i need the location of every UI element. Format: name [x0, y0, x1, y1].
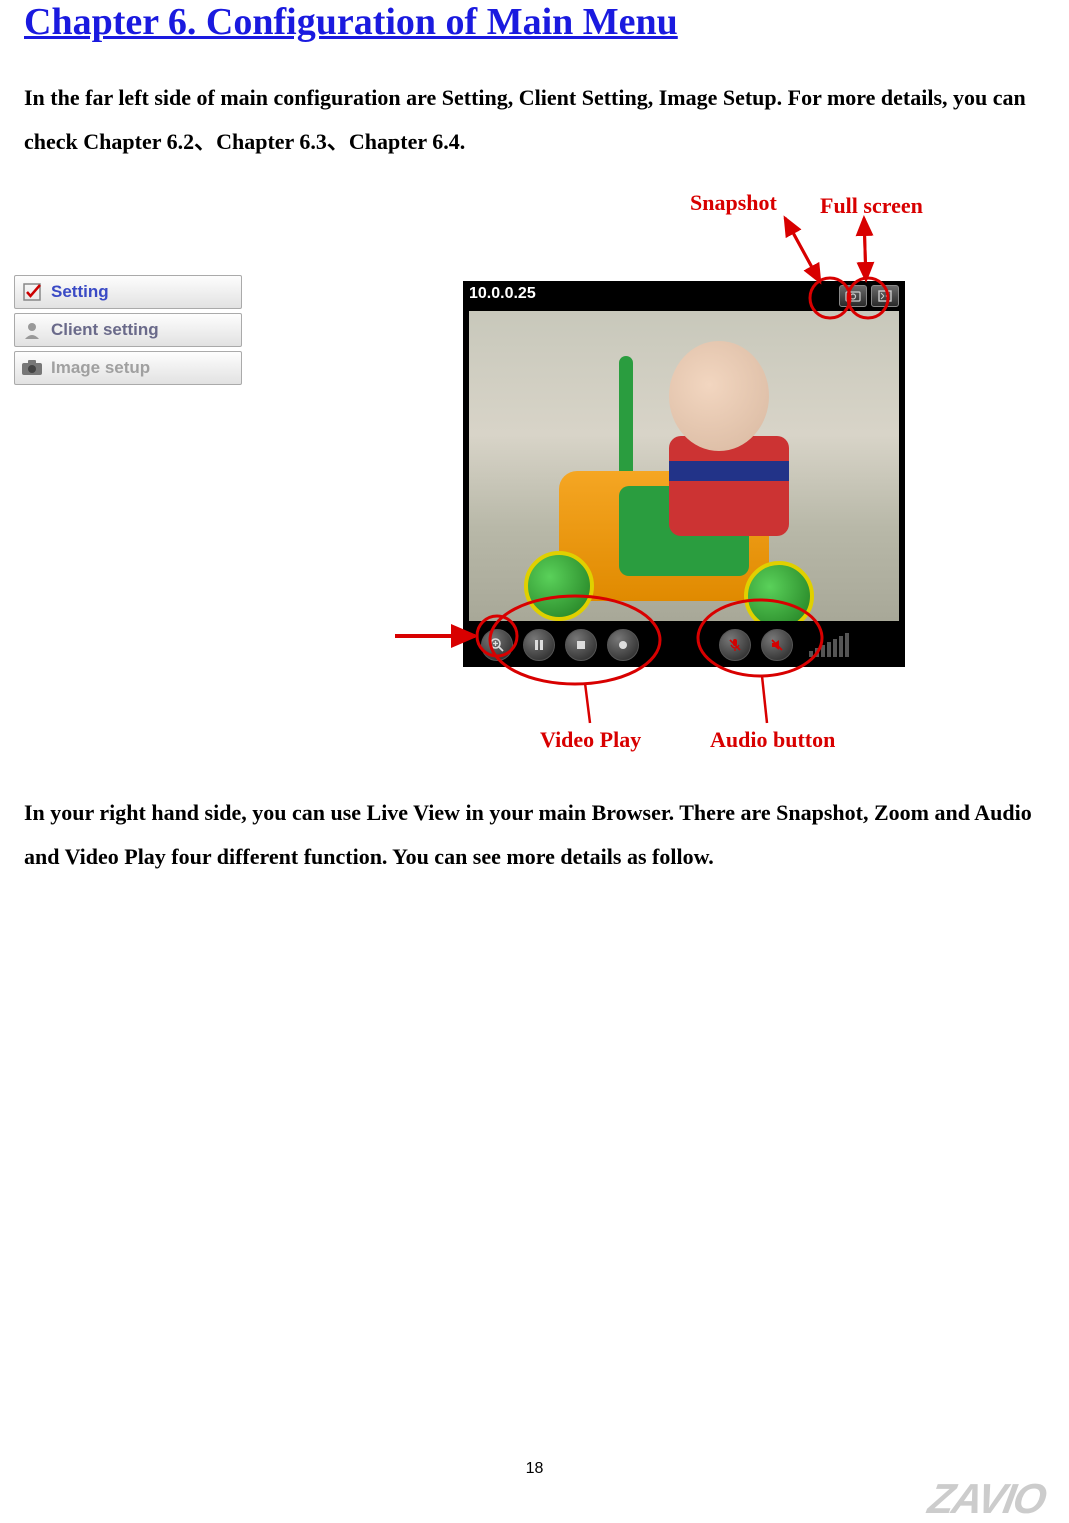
camera-icon: [21, 357, 43, 379]
intro-paragraph-2: In your right hand side, you can use Liv…: [24, 791, 1044, 879]
check-icon: [21, 281, 43, 303]
volume-indicator[interactable]: [809, 633, 849, 657]
record-button[interactable]: [607, 629, 639, 661]
config-sidebar: Setting Client setting Image setup: [14, 275, 242, 389]
live-view-panel: 10.0.0.25: [463, 281, 905, 667]
snapshot-button[interactable]: [839, 285, 867, 307]
image-setup-label: Image setup: [51, 358, 150, 378]
client-setting-button[interactable]: Client setting: [14, 313, 242, 347]
viewer-ip-address: 10.0.0.25: [469, 285, 536, 303]
live-view-image: [469, 311, 899, 621]
client-setting-label: Client setting: [51, 320, 159, 340]
pause-button[interactable]: [523, 629, 555, 661]
annotation-audio-button: Audio button: [710, 727, 835, 753]
setting-button[interactable]: Setting: [14, 275, 242, 309]
ui-screenshot-area: Setting Client setting Image setup 10.0.…: [10, 267, 894, 687]
user-icon: [21, 319, 43, 341]
annotation-snapshot: Snapshot: [690, 190, 777, 216]
brand-logo: ZAVIO: [919, 1475, 1069, 1523]
zoom-button[interactable]: [481, 629, 513, 661]
intro-paragraph-1: In the far left side of main configurati…: [24, 76, 1044, 164]
speaker-button[interactable]: [761, 629, 793, 661]
fullscreen-button[interactable]: [871, 285, 899, 307]
stop-button[interactable]: [565, 629, 597, 661]
annotation-video-play: Video Play: [540, 727, 641, 753]
mic-button[interactable]: [719, 629, 751, 661]
image-setup-button[interactable]: Image setup: [14, 351, 242, 385]
chapter-heading: Chapter 6. Configuration of Main Menu: [24, 0, 678, 44]
setting-label: Setting: [51, 282, 109, 302]
annotation-fullscreen: Full screen: [820, 193, 923, 219]
viewer-controls: [463, 623, 905, 667]
page-number: 18: [0, 1460, 1069, 1478]
